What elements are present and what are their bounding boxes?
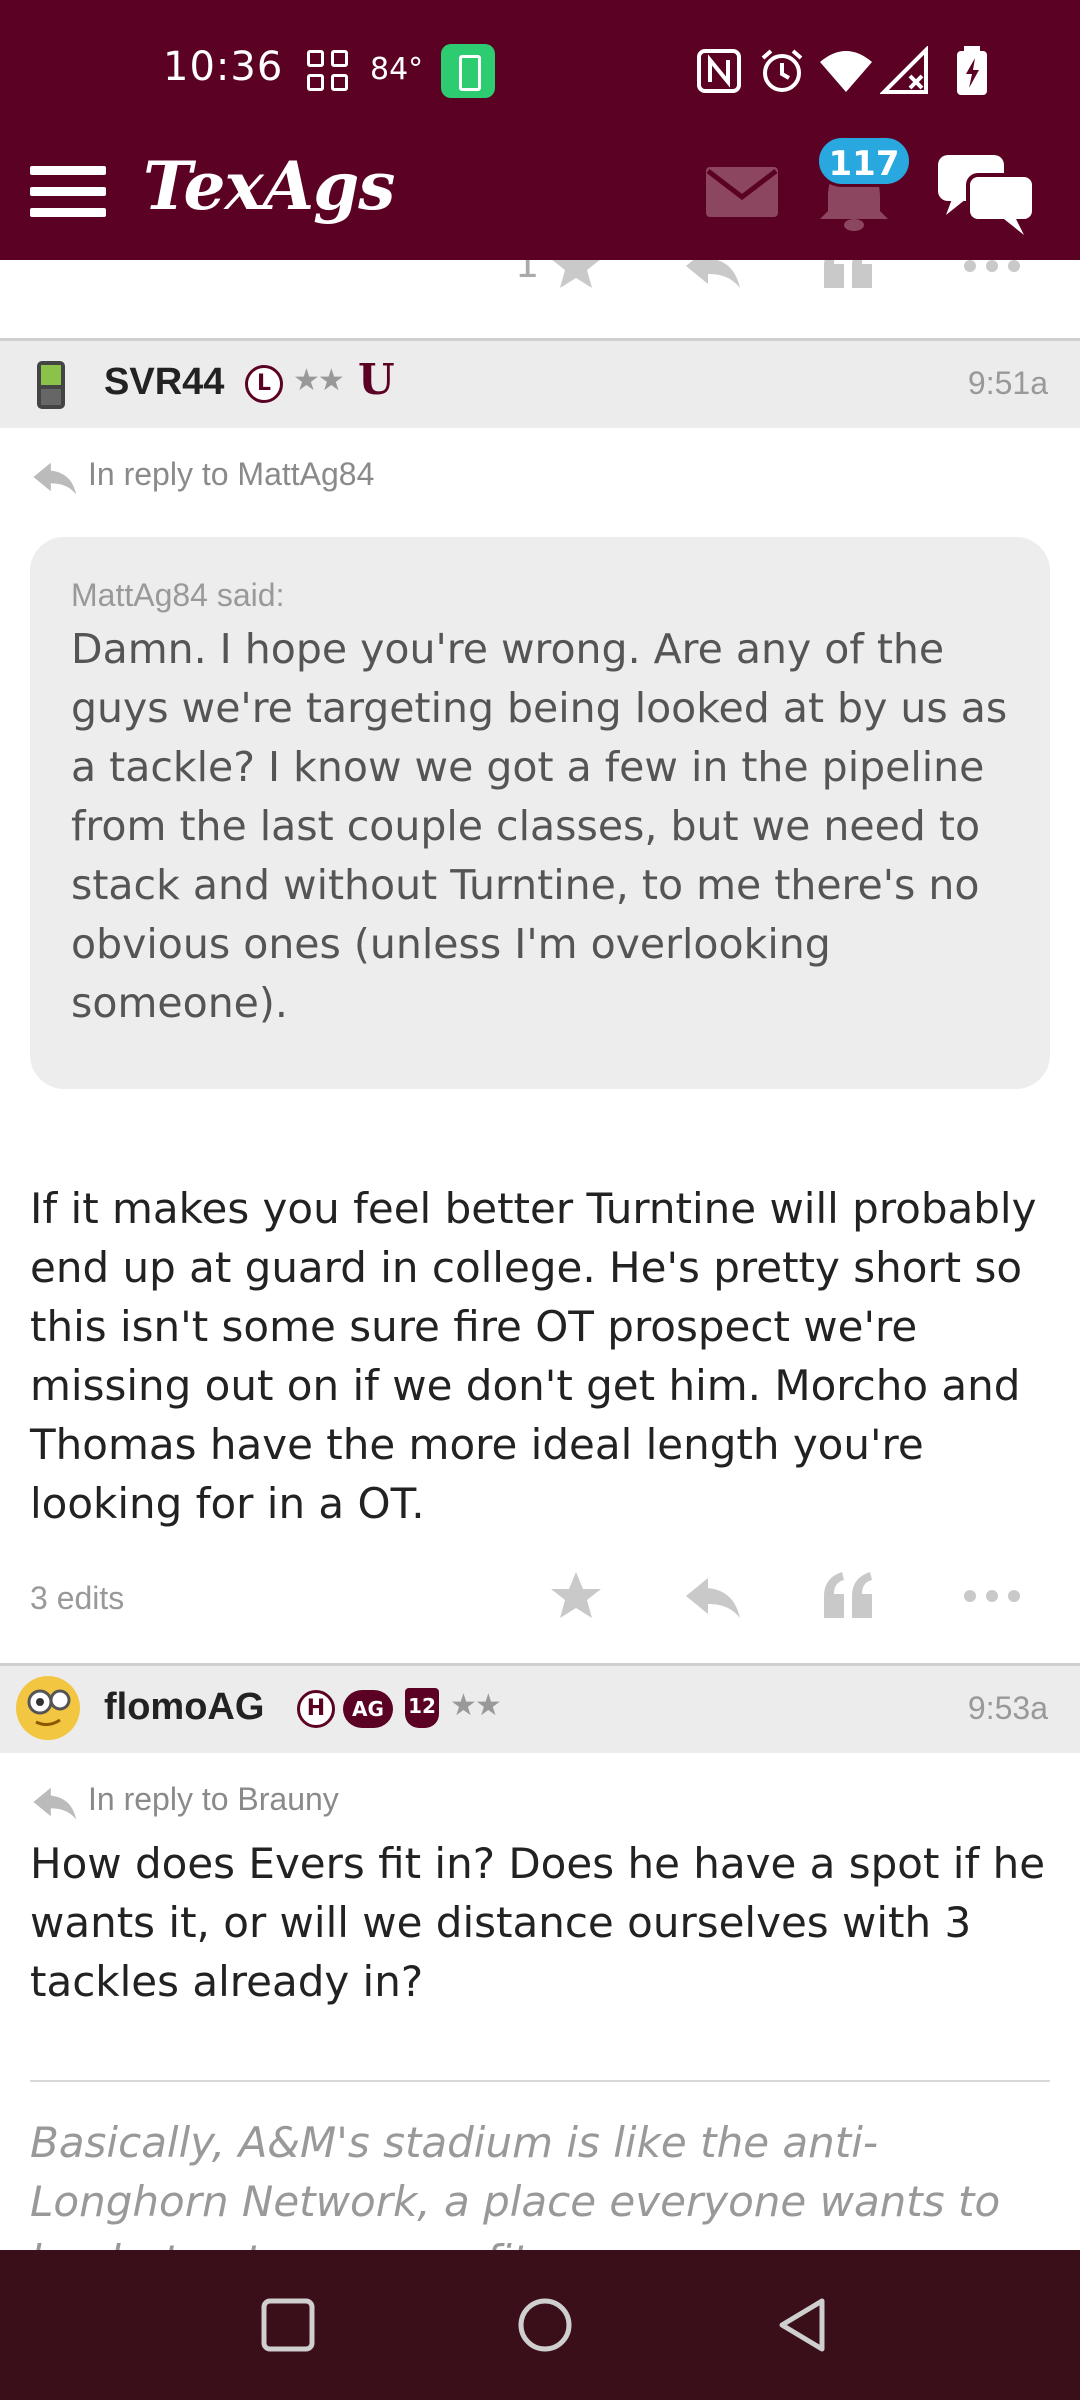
chat-icon[interactable] [936, 153, 1036, 237]
post-body: If it makes you feel better Turntine wil… [30, 1184, 1037, 1528]
username[interactable]: SVR44 [104, 361, 224, 404]
post-header: flomoAG H AG 12 ★★ 9:53a [0, 1663, 1080, 1753]
h-badge: H [297, 1690, 335, 1728]
member-stars: ★★ [293, 363, 345, 398]
prev-post-actions: 1 [0, 260, 1080, 300]
thread-content: 1 SVR44 L ★★ U 9:51a In reply to MattAg8… [0, 260, 1080, 2250]
back-button[interactable] [774, 2295, 834, 2355]
reply-to-label: In reply to Brauny [88, 1781, 339, 1817]
battery-icon [957, 46, 987, 95]
lifetime-badge: L [245, 365, 283, 403]
reply-arrow-icon [33, 462, 77, 494]
reply-to-label: In reply to MattAg84 [88, 456, 375, 492]
like-count: 1 [515, 260, 540, 286]
nfc-icon [697, 49, 741, 93]
system-nav-bar [0, 2250, 1080, 2400]
more-options-icon[interactable] [962, 260, 1022, 294]
reply-icon[interactable] [682, 1568, 742, 1624]
star-icon[interactable] [548, 1568, 604, 1624]
battery-saver-icon [441, 44, 495, 98]
temperature: 84° [370, 52, 424, 87]
more-options-icon[interactable] [962, 1568, 1022, 1624]
post-actions [0, 1560, 1080, 1630]
reply-arrow-icon [33, 1787, 77, 1819]
mail-icon[interactable] [706, 167, 778, 217]
quote-block: MattAg84 said: Damn. I hope you're wrong… [30, 537, 1050, 1089]
quote-icon[interactable] [820, 260, 876, 294]
post-time: 9:53a [967, 1690, 1048, 1726]
ag-badge: AG [343, 1690, 393, 1728]
wifi-icon [820, 51, 872, 92]
university-badge: U [358, 355, 395, 404]
status-bar: 10:36 84° [0, 0, 1080, 145]
menu-icon[interactable] [30, 158, 106, 222]
signature-divider [30, 2080, 1050, 2082]
texags-logo[interactable]: TexAgs [143, 147, 395, 225]
notification-count-badge: 117 [816, 135, 912, 187]
alarm-icon [761, 49, 803, 92]
reply-to-link[interactable]: In reply to Brauny [30, 1781, 339, 1821]
home-button[interactable] [515, 2295, 575, 2355]
avatar[interactable] [14, 1674, 82, 1742]
apps-grid-icon [307, 50, 349, 92]
signal-icon [880, 46, 928, 94]
quote-text: Damn. I hope you're wrong. Are any of th… [71, 625, 1008, 1027]
avatar[interactable] [34, 357, 68, 411]
post-time: 9:51a [967, 365, 1048, 401]
quote-icon[interactable] [820, 1568, 876, 1624]
member-stars: ★★ [450, 1688, 502, 1723]
username[interactable]: flomoAG [104, 1686, 264, 1729]
recents-button[interactable] [258, 2295, 318, 2355]
reply-icon[interactable] [682, 260, 742, 294]
clock: 10:36 [163, 44, 284, 90]
app-header: TexAgs 117 [0, 135, 1080, 260]
quote-author: MattAg84 said: [71, 577, 285, 613]
post-header: SVR44 L ★★ U 9:51a [0, 338, 1080, 428]
post-body: How does Evers fit in? Does he have a sp… [30, 1839, 1046, 2006]
reply-to-link[interactable]: In reply to MattAg84 [30, 456, 374, 496]
12th-man-badge: 12 [405, 1688, 439, 1728]
signature-text: Basically, A&M's stadium is like the ant… [30, 2118, 1001, 2250]
star-icon[interactable] [548, 260, 604, 294]
